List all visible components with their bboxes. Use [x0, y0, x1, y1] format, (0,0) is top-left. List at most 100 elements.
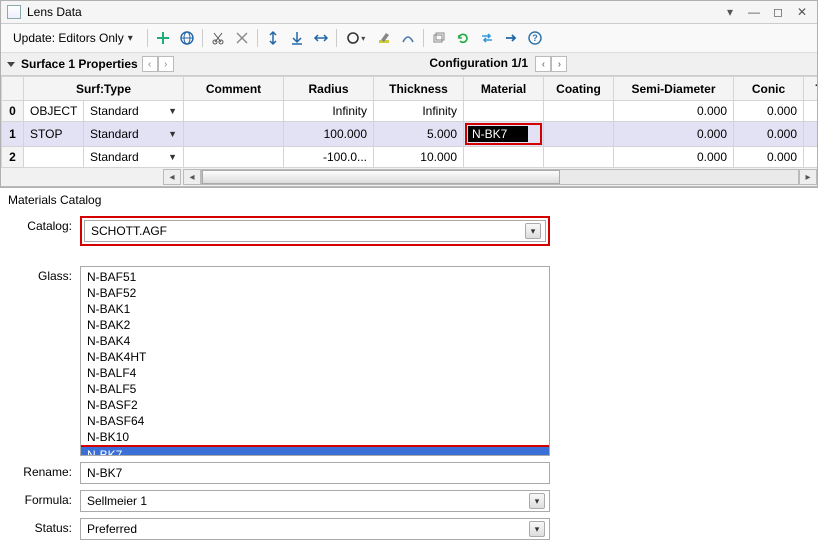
circle-tool-dropdown[interactable]: ▾	[341, 27, 371, 49]
list-item[interactable]: N-BAK4	[81, 333, 549, 349]
catalog-label: Catalog:	[20, 216, 80, 233]
rect-stack-icon[interactable]	[428, 27, 450, 49]
thickness-cell[interactable]: 10.000	[374, 147, 464, 168]
list-item[interactable]: N-BALF4	[81, 365, 549, 381]
material-cell-active[interactable]: N-BK7	[464, 122, 544, 147]
conic-cell[interactable]: 0.000	[734, 147, 804, 168]
status-dropdown[interactable]: Preferred ▾	[80, 518, 550, 540]
tce-cell[interactable]: 0.000	[804, 147, 818, 168]
row-index[interactable]: 1	[2, 122, 24, 147]
formula-label: Formula:	[20, 490, 80, 507]
minimize-button[interactable]: —	[745, 5, 763, 19]
list-item[interactable]: N-BALF5	[81, 381, 549, 397]
col-conic[interactable]: Conic	[734, 77, 804, 101]
close-button[interactable]: ✕	[793, 5, 811, 19]
grid-row[interactable]: 1 STOP Standard▼ 100.000 5.000 N-BK7 0.0…	[2, 122, 818, 147]
list-item[interactable]: N-BAK1	[81, 301, 549, 317]
col-radius[interactable]: Radius	[284, 77, 374, 101]
formula-dropdown[interactable]: Sellmeier 1 ▾	[80, 490, 550, 512]
scroll-right-button[interactable]: ▸	[799, 169, 817, 185]
semidiam-cell[interactable]: 0.000	[614, 147, 734, 168]
update-mode-label: Update: Editors Only	[13, 31, 124, 45]
col-coating[interactable]: Coating	[544, 77, 614, 101]
list-item[interactable]: N-BK10	[81, 429, 549, 445]
insert-surface-icon[interactable]	[152, 27, 174, 49]
col-surftype[interactable]: Surf:Type	[24, 77, 184, 101]
update-mode-dropdown[interactable]: Update: Editors Only ▾	[7, 29, 139, 47]
swap-arrows-icon[interactable]	[476, 27, 498, 49]
radius-cell[interactable]: Infinity	[284, 101, 374, 122]
col-material[interactable]: Material	[464, 77, 544, 101]
coating-cell[interactable]	[544, 101, 614, 122]
curve-icon[interactable]	[397, 27, 419, 49]
catalog-dropdown[interactable]: SCHOTT.AGF ▾	[84, 220, 546, 242]
comment-cell[interactable]	[184, 101, 284, 122]
globe-icon[interactable]	[176, 27, 198, 49]
col-tce[interactable]: TCE x 1E-	[804, 77, 818, 101]
scissors-icon[interactable]	[231, 27, 253, 49]
surface-name[interactable]	[24, 147, 84, 168]
scroll-left-button[interactable]: ◂	[183, 169, 201, 185]
col-comment[interactable]: Comment	[184, 77, 284, 101]
col-thickness[interactable]: Thickness	[374, 77, 464, 101]
surface-type-cell[interactable]: Standard▼	[84, 122, 184, 147]
thickness-cell[interactable]: Infinity	[374, 101, 464, 122]
right-arrow-icon[interactable]	[500, 27, 522, 49]
surface-name[interactable]: OBJECT	[24, 101, 84, 122]
cut-icon[interactable]	[207, 27, 229, 49]
semidiam-cell[interactable]: 0.000	[614, 122, 734, 147]
radius-cell[interactable]: 100.000	[284, 122, 374, 147]
collapse-toggle-icon[interactable]	[7, 62, 15, 67]
dropdown-icon[interactable]: ▾	[721, 5, 739, 19]
chevron-down-icon: ▼	[168, 106, 177, 116]
horizontal-scrollbar[interactable]: ◂ ◂ ▸	[1, 168, 817, 186]
scroll-track[interactable]	[201, 169, 799, 185]
chevron-down-icon: ▾	[128, 33, 133, 44]
coating-cell[interactable]	[544, 122, 614, 147]
surface-type-cell[interactable]: Standard▼	[84, 147, 184, 168]
tce-cell[interactable]: -	[804, 122, 818, 147]
highlighter-icon[interactable]	[373, 27, 395, 49]
grid-row[interactable]: 0 OBJECT Standard▼ Infinity Infinity 0.0…	[2, 101, 818, 122]
row-index[interactable]: 0	[2, 101, 24, 122]
list-item[interactable]: N-BAF51	[81, 269, 549, 285]
list-item[interactable]: N-BAF52	[81, 285, 549, 301]
scroll-thumb[interactable]	[202, 170, 560, 184]
coating-cell[interactable]	[544, 147, 614, 168]
semidiam-cell[interactable]: 0.000	[614, 101, 734, 122]
glass-listbox[interactable]: N-BAF51 N-BAF52 N-BAK1 N-BAK2 N-BAK4 N-B…	[80, 266, 550, 456]
thickness-cell[interactable]: 5.000	[374, 122, 464, 147]
conic-cell[interactable]: 0.000	[734, 101, 804, 122]
list-item[interactable]: N-BAK2	[81, 317, 549, 333]
material-cell[interactable]	[464, 147, 544, 168]
rename-input[interactable]: N-BK7	[80, 462, 550, 484]
maximize-button[interactable]: ◻	[769, 5, 787, 19]
surface-name[interactable]: STOP	[24, 122, 84, 147]
radius-cell[interactable]: -100.0...	[284, 147, 374, 168]
anchor-down-icon[interactable]	[286, 27, 308, 49]
surface-prev-button[interactable]: ‹	[142, 56, 158, 72]
comment-cell[interactable]	[184, 122, 284, 147]
tce-cell[interactable]: 0.000	[804, 101, 818, 122]
refresh-icon[interactable]	[452, 27, 474, 49]
material-cell[interactable]	[464, 101, 544, 122]
conic-cell[interactable]: 0.000	[734, 122, 804, 147]
config-next-button[interactable]: ›	[551, 56, 567, 72]
list-item[interactable]: N-BAK4HT	[81, 349, 549, 365]
list-item-selected[interactable]: N-BK7	[81, 447, 549, 456]
row-index[interactable]: 2	[2, 147, 24, 168]
comment-cell[interactable]	[184, 147, 284, 168]
surface-type-cell[interactable]: Standard▼	[84, 101, 184, 122]
grid-row[interactable]: 2 Standard▼ -100.0... 10.000 0.000 0.000…	[2, 147, 818, 168]
col-semidiameter[interactable]: Semi-Diameter	[614, 77, 734, 101]
arrows-vertical-icon[interactable]	[262, 27, 284, 49]
help-icon[interactable]: ?	[524, 27, 546, 49]
arrows-horizontal-icon[interactable]	[310, 27, 332, 49]
surface-next-button[interactable]: ›	[158, 56, 174, 72]
formula-value: Sellmeier 1	[87, 494, 147, 508]
material-input[interactable]: N-BK7	[468, 126, 528, 142]
list-item[interactable]: N-BASF64	[81, 413, 549, 429]
config-prev-button[interactable]: ‹	[535, 56, 551, 72]
scroll-left-small[interactable]: ◂	[163, 169, 181, 185]
list-item[interactable]: N-BASF2	[81, 397, 549, 413]
